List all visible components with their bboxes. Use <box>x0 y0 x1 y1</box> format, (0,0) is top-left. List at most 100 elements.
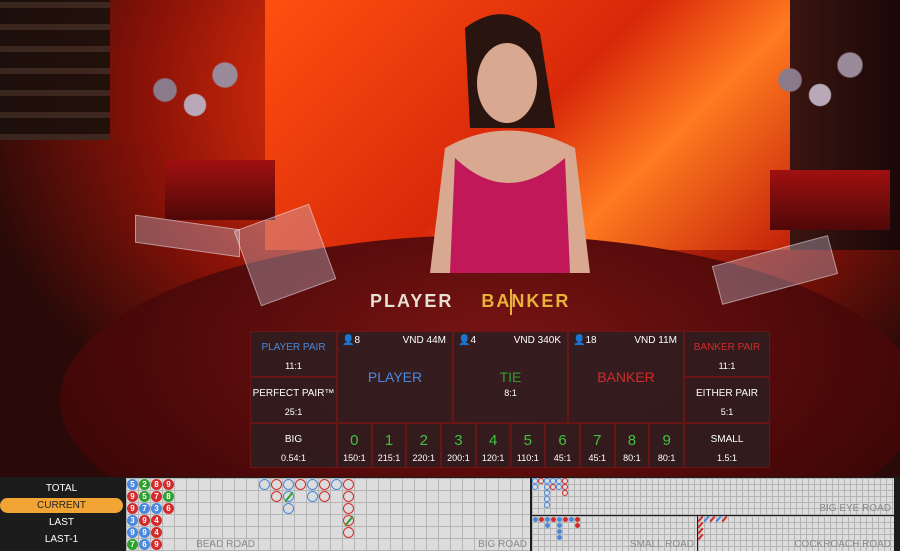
number-bet-5[interactable]: 5 110:1 <box>510 423 546 468</box>
bead-value: 3 <box>127 515 138 526</box>
odds: 5:1 <box>720 407 734 417</box>
bet-total: VND 44M <box>402 335 446 346</box>
cockroach_road-marker <box>698 533 705 541</box>
banker-pair-bet[interactable]: BANKER PAIR 11:1 <box>684 331 770 377</box>
perfect-pair-bet[interactable]: PERFECT PAIR™ 25:1 <box>250 377 337 423</box>
table-player-text: PLAYER <box>370 291 454 311</box>
bead-value: 9 <box>139 527 150 538</box>
number: 8 <box>627 432 637 449</box>
user-icon: 👤4 <box>458 335 477 346</box>
number-bet-7[interactable]: 7 45:1 <box>579 423 615 468</box>
menu-last[interactable]: LAST <box>0 515 123 530</box>
player-count: 18 <box>585 335 597 346</box>
number: 5 <box>523 432 533 449</box>
odds: 220:1 <box>412 453 435 463</box>
cockroach_road-marker <box>698 521 705 529</box>
odds: 1.5:1 <box>716 453 738 463</box>
odds: 110:1 <box>516 453 539 463</box>
small_road-marker <box>574 522 580 528</box>
bead-value: 6 <box>139 539 150 550</box>
bead-value: 5 <box>127 479 138 490</box>
big-road-marker <box>283 503 294 514</box>
odds: 150:1 <box>343 453 366 463</box>
bead-marker: 2 <box>139 479 150 490</box>
bead-value: 9 <box>127 491 138 502</box>
player-bet[interactable]: 👤8 VND 44M PLAYER <box>337 331 453 423</box>
odds: 25:1 <box>284 407 303 417</box>
bead-marker: 8 <box>151 479 162 490</box>
number-bet-1[interactable]: 1 215:1 <box>371 423 407 468</box>
big-road-marker <box>343 491 354 502</box>
bead-value: 7 <box>151 491 162 502</box>
window-lattice <box>0 0 110 140</box>
bead-value: 9 <box>163 479 174 490</box>
bead-marker: 9 <box>139 515 150 526</box>
bead-marker: 3 <box>151 503 162 514</box>
bead-value: 6 <box>163 503 174 514</box>
either-pair-bet[interactable]: EITHER PAIR 5:1 <box>684 377 770 423</box>
player-count: 8 <box>354 335 361 346</box>
big-eye-road: BIG EYE ROAD <box>532 478 894 515</box>
banker-bet[interactable]: 👤18 VND 11M BANKER <box>568 331 684 423</box>
small-road: SMALL ROAD <box>532 516 697 551</box>
bead-marker: 9 <box>127 491 138 502</box>
number-bet-6[interactable]: 6 45:1 <box>545 423 580 468</box>
odds: 11:1 <box>718 361 736 371</box>
bead-marker: 3 <box>127 515 138 526</box>
bead-marker: 6 <box>163 503 174 514</box>
big-road-marker <box>307 491 318 502</box>
road-label: COCKROACH ROAD <box>794 539 891 550</box>
bet-total: VND 340K <box>513 335 561 346</box>
number: 2 <box>419 432 428 449</box>
big-road-marker <box>271 479 282 490</box>
card-shoe-left <box>135 214 240 258</box>
number-bet-2[interactable]: 2 220:1 <box>406 423 442 468</box>
bead-marker: 9 <box>151 539 162 550</box>
bead-marker: 7 <box>139 503 150 514</box>
number-bet-0[interactable]: 0 150:1 <box>337 423 372 468</box>
divider <box>510 289 512 315</box>
big-bet[interactable]: BIG 0.54:1 <box>250 423 337 468</box>
odds: 11:1 <box>285 361 302 371</box>
pot-left <box>165 160 275 220</box>
road-label: BIG ROAD <box>478 539 527 550</box>
bead-marker: 9 <box>127 503 138 514</box>
bead-value: 9 <box>127 503 138 514</box>
number-bet-4[interactable]: 4 120:1 <box>475 423 511 468</box>
label: PLAYER PAIR <box>261 342 326 353</box>
number-bet-9[interactable]: 9 80:1 <box>649 423 684 468</box>
number-bet-8[interactable]: 8 80:1 <box>614 423 650 468</box>
table-banker-text: BANKER <box>481 291 571 311</box>
cockroach_road-marker <box>721 516 729 523</box>
big-road-marker <box>319 479 330 490</box>
label: BANKER PAIR <box>693 342 761 353</box>
number: 3 <box>454 432 463 449</box>
odds: 0.54:1 <box>280 453 307 463</box>
bead-marker: 9 <box>139 527 150 538</box>
player-count: 4 <box>470 335 477 346</box>
odds: 45:1 <box>553 453 572 463</box>
number: 9 <box>662 432 671 449</box>
player-pair-bet[interactable]: PLAYER PAIR 11:1 <box>250 331 337 377</box>
table-player-banker-label: PLAYER BANKER <box>370 289 571 315</box>
road-label: BEAD ROAD <box>196 539 255 550</box>
odds: 215:1 <box>377 453 401 463</box>
cockroach-road: COCKROACH ROAD <box>698 516 894 551</box>
bead-value: 3 <box>151 503 162 514</box>
bead-marker: 8 <box>163 491 174 502</box>
small-bet[interactable]: SMALL 1.5:1 <box>684 423 770 468</box>
menu-current[interactable]: CURRENT <box>0 498 123 513</box>
bead-road: BEAD ROAD 5 9 9 3 9 7 2 5 7 9 9 6 8 7 3 4 4 9 9 8 6 <box>126 478 258 551</box>
tie-bet[interactable]: 👤4 VND 340K TIE 8:1 <box>453 331 568 423</box>
menu-last-1[interactable]: LAST-1 <box>0 532 123 547</box>
menu-total[interactable]: TOTAL <box>0 481 123 496</box>
number-bet-3[interactable]: 3 200:1 <box>441 423 476 468</box>
big-road-marker <box>259 479 270 490</box>
pot-right <box>770 170 890 230</box>
big_eye_road-marker <box>532 484 538 490</box>
bead-value: 9 <box>127 527 138 538</box>
bead-value: 2 <box>139 479 150 490</box>
big-road-marker <box>331 479 342 490</box>
big-road-marker <box>295 479 306 490</box>
plant-left <box>120 30 270 180</box>
